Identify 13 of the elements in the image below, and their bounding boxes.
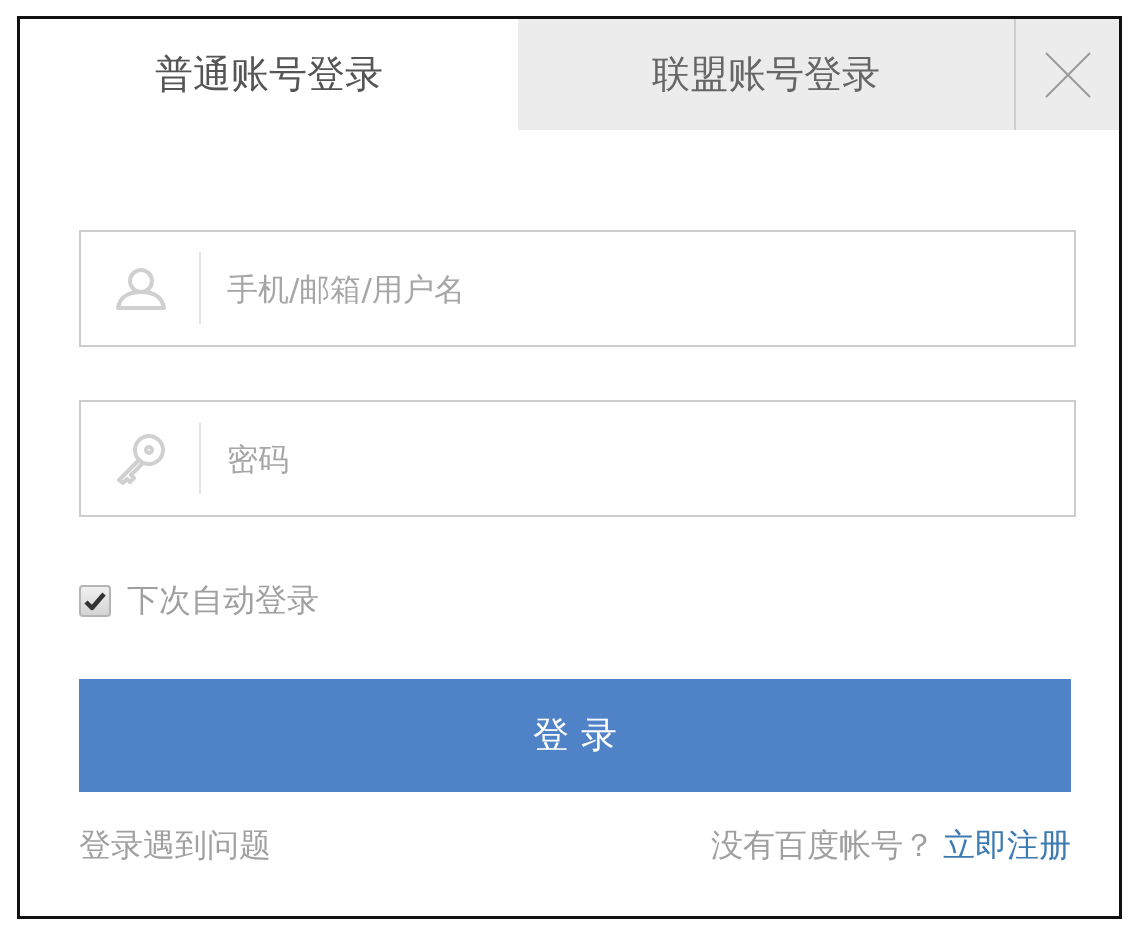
key-icon bbox=[115, 432, 167, 485]
person-icon bbox=[115, 267, 167, 310]
remember-label: 下次自动登录 bbox=[127, 580, 319, 621]
help-link[interactable]: 登录遇到问题 bbox=[79, 824, 271, 868]
check-icon bbox=[84, 591, 106, 611]
username-field[interactable]: 手机/邮箱/用户名 bbox=[79, 230, 1076, 347]
close-icon bbox=[1044, 51, 1091, 98]
register-prompt: 没有百度帐号？ bbox=[711, 825, 935, 866]
register-link[interactable]: 立即注册 bbox=[943, 824, 1071, 868]
login-tab[interactable]: 联盟账号登录 bbox=[518, 19, 1014, 130]
password-field[interactable]: 密码 bbox=[79, 400, 1076, 517]
remember-checkbox[interactable] bbox=[79, 585, 111, 617]
login-button[interactable]: 登 录 bbox=[79, 679, 1071, 792]
